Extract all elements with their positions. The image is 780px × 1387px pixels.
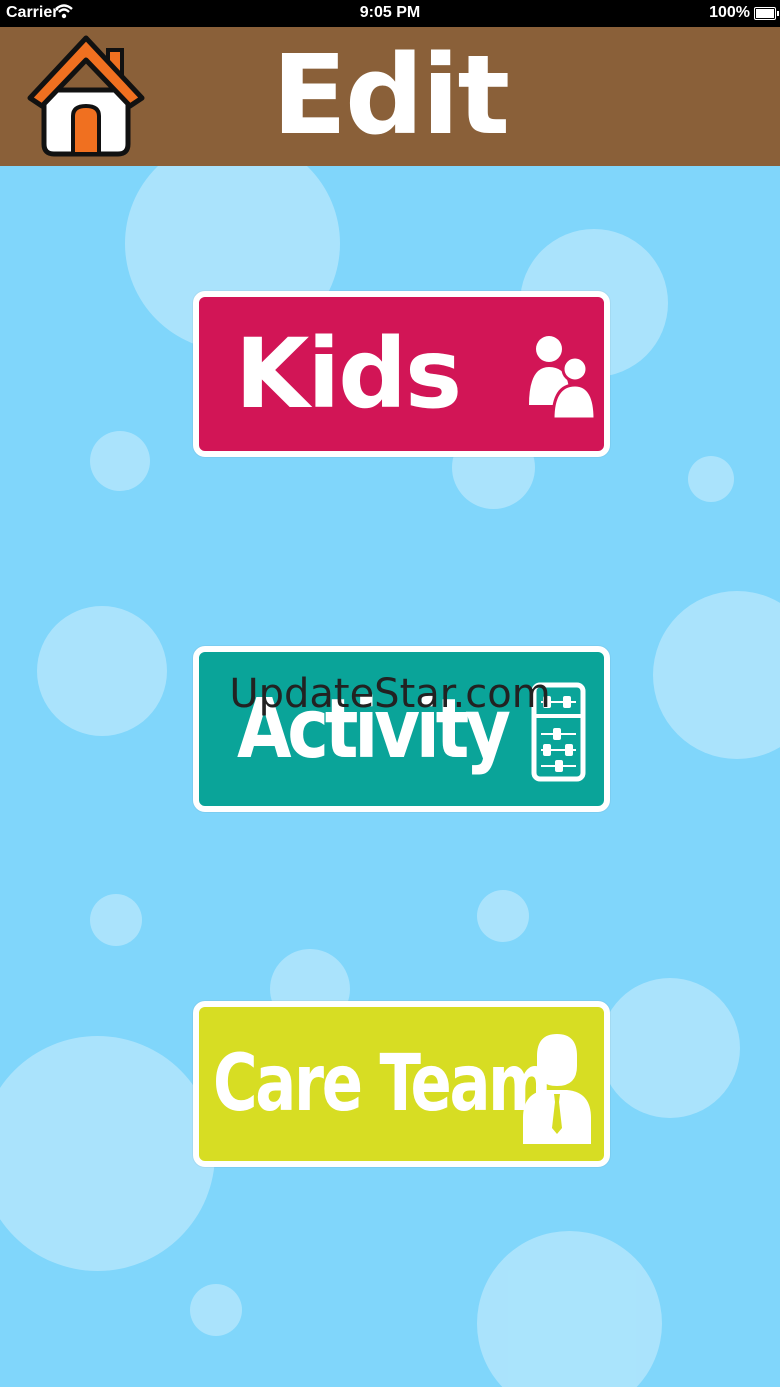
bubble-decoration <box>90 431 150 491</box>
care-team-label: Care Team <box>213 1039 552 1129</box>
header-bar: Edit <box>0 27 780 166</box>
main-area: Kids Activity Care Team UpdateStar.com <box>0 166 780 1387</box>
activity-button[interactable]: Activity <box>193 646 610 812</box>
care-team-button[interactable]: Care Team <box>193 1001 610 1167</box>
activity-label: Activity <box>237 681 511 777</box>
bubble-decoration <box>477 890 529 942</box>
bubble-decoration <box>90 894 142 946</box>
bubble-decoration <box>0 1036 215 1271</box>
kids-button[interactable]: Kids <box>193 291 610 457</box>
person-icon <box>523 1034 591 1144</box>
status-bar: Carrier 9:05 PM 100% <box>0 0 780 27</box>
status-time: 9:05 PM <box>359 4 421 21</box>
page-title: Edit <box>271 31 510 159</box>
battery-percent: 100% <box>709 4 750 21</box>
bubble-decoration <box>653 591 780 759</box>
bubble-decoration <box>190 1284 242 1336</box>
bubble-decoration <box>37 606 167 736</box>
kids-icon <box>529 336 595 419</box>
kids-label: Kids <box>235 318 462 430</box>
battery-icon <box>754 7 779 20</box>
abacus-icon <box>531 682 586 782</box>
bubble-decoration <box>477 1231 662 1387</box>
bubble-decoration <box>600 978 740 1118</box>
bubble-decoration <box>688 456 734 502</box>
